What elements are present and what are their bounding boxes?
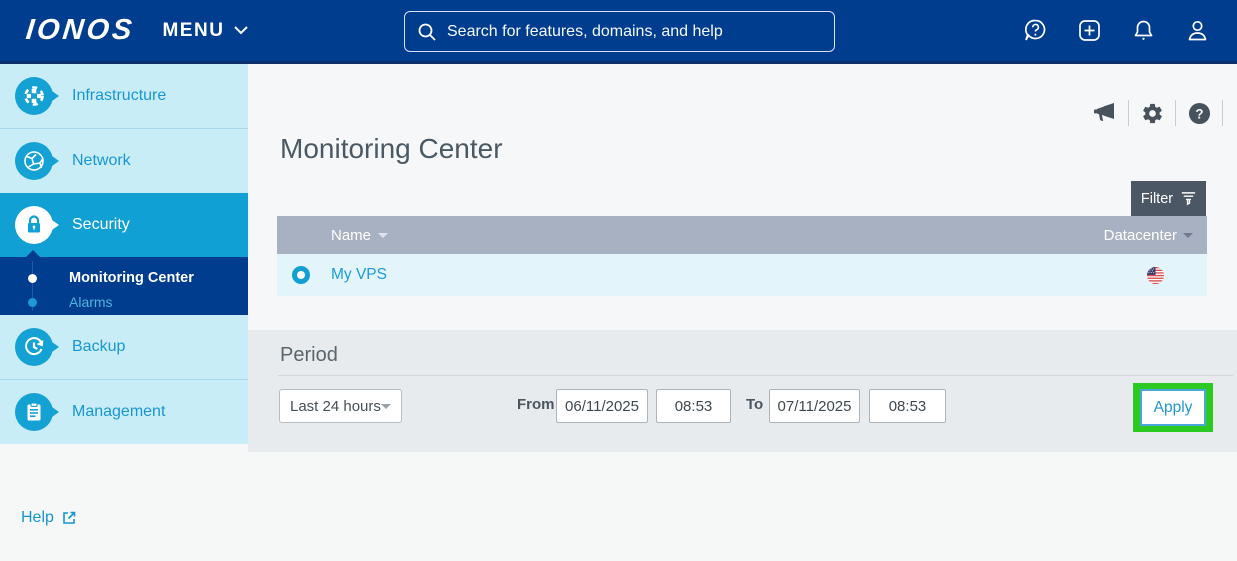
svg-text:?: ?: [1195, 106, 1203, 121]
sidebar-item-label: Infrastructure: [72, 87, 167, 104]
table-header-row: Name Datacenter: [277, 216, 1207, 254]
submenu-item-label: Monitoring Center: [69, 270, 194, 286]
sidebar-item-label: Network: [72, 152, 131, 169]
range-select-value: Last 24 hours: [290, 397, 381, 415]
submenu-item-alarms[interactable]: Alarms: [0, 290, 248, 314]
caret-down-icon: [381, 403, 391, 409]
column-label: Datacenter: [1103, 226, 1177, 244]
submenu-item-label: Alarms: [69, 294, 113, 310]
filter-funnel-icon: [1181, 192, 1196, 206]
column-header-datacenter[interactable]: Datacenter: [1104, 227, 1193, 244]
monitoring-section: ? Monitoring Center Filter Name Datacent…: [248, 64, 1237, 330]
sort-caret-icon: [378, 232, 389, 238]
sidebar-item-infrastructure[interactable]: Infrastructure: [0, 64, 248, 128]
sidebar-item-network[interactable]: Network: [0, 128, 248, 193]
clipboard-icon: [15, 393, 59, 431]
filter-button[interactable]: Filter: [1131, 181, 1206, 216]
topbar-icon-group: [1022, 0, 1211, 61]
menu-label: MENU: [162, 19, 225, 41]
infrastructure-icon: [15, 77, 59, 115]
page-footer: Help: [0, 452, 1237, 561]
period-range-select[interactable]: Last 24 hours: [279, 389, 402, 423]
divider: [1222, 100, 1223, 126]
bullet-icon: [28, 273, 37, 283]
to-date-input[interactable]: [769, 389, 860, 423]
top-bar: IONOS MENU: [0, 0, 1237, 64]
ionos-logo[interactable]: IONOS: [24, 14, 136, 47]
to-time-input[interactable]: [869, 389, 946, 423]
add-product-icon[interactable]: [1076, 17, 1103, 44]
submenu-notch: [26, 250, 40, 257]
account-user-icon[interactable]: [1184, 17, 1211, 44]
sidebar-item-management[interactable]: Management: [0, 379, 248, 444]
sidebar-item-backup[interactable]: Backup: [0, 315, 248, 379]
menu-button[interactable]: MENU: [162, 19, 249, 42]
filter-label: Filter: [1140, 190, 1174, 207]
help-link[interactable]: Help: [21, 509, 77, 527]
search-icon: [418, 23, 436, 41]
us-flag-icon: [1147, 266, 1164, 284]
bullet-icon: [28, 297, 37, 307]
apply-button-highlight: Apply: [1133, 383, 1213, 432]
from-date-input[interactable]: [556, 389, 648, 423]
sidebar-item-label: Management: [72, 403, 166, 420]
divider: [1175, 100, 1176, 126]
search-input[interactable]: [447, 22, 822, 41]
apply-button[interactable]: Apply: [1140, 389, 1206, 426]
server-name-link[interactable]: My VPS: [331, 266, 387, 284]
servers-table: Name Datacenter My VPS: [277, 216, 1207, 296]
row-radio-selected[interactable]: [292, 266, 310, 284]
page-title: Monitoring Center: [280, 133, 503, 164]
backup-restore-icon: [15, 328, 59, 366]
from-label: From: [517, 396, 555, 413]
submenu-item-monitoring-center[interactable]: Monitoring Center: [0, 266, 248, 290]
external-link-icon: [63, 511, 76, 524]
ionos-control-panel: IONOS MENU Search for features, domains,…: [0, 0, 1237, 561]
sort-caret-icon: [1183, 232, 1193, 238]
help-label: Help: [21, 509, 54, 526]
global-search[interactable]: [404, 11, 835, 52]
divider: [278, 375, 1233, 376]
period-section: Period Last 24 hours From To Apply: [248, 330, 1237, 452]
sidebar-item-security[interactable]: Security: [0, 193, 248, 257]
sidebar-item-label: Security: [72, 216, 130, 233]
notifications-bell-icon[interactable]: [1130, 17, 1157, 44]
announcements-megaphone-icon[interactable]: [1093, 101, 1117, 125]
network-globe-icon: [15, 142, 59, 180]
page-action-icons: ?: [1082, 100, 1223, 126]
security-lock-icon: [15, 206, 59, 244]
security-submenu: Monitoring Center Alarms: [0, 250, 248, 315]
help-chat-icon[interactable]: [1022, 17, 1049, 44]
column-header-name[interactable]: Name: [331, 226, 389, 244]
divider: [1128, 100, 1129, 126]
period-title: Period: [280, 344, 338, 366]
sidebar-item-label: Backup: [72, 338, 126, 355]
chevron-down-icon: [234, 26, 249, 35]
column-label: Name: [331, 226, 372, 244]
from-time-input[interactable]: [656, 389, 731, 423]
to-label: To: [746, 396, 764, 413]
help-circle-icon[interactable]: ?: [1187, 101, 1211, 125]
sidebar-nav: Infrastructure Network Security Monitori…: [0, 64, 248, 444]
table-row[interactable]: My VPS: [277, 254, 1207, 296]
settings-gear-icon[interactable]: [1140, 101, 1164, 125]
